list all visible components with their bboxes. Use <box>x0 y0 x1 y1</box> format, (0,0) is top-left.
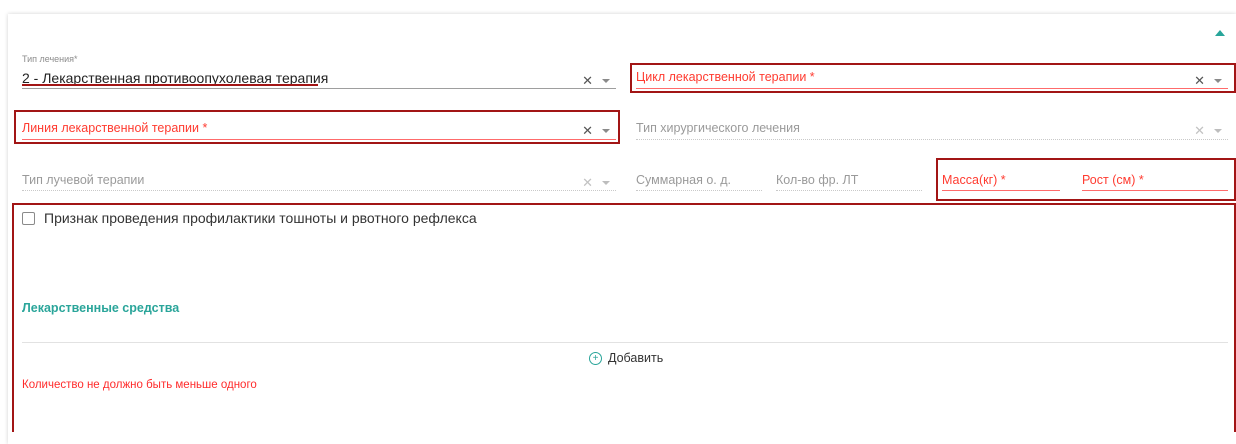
divider <box>22 342 1228 343</box>
treatment-type-label: Тип лечения* <box>22 54 78 64</box>
clear-icon[interactable]: ✕ <box>582 74 593 87</box>
total-dose-input[interactable]: Суммарная о. д. <box>636 168 762 192</box>
medications-error: Количество не должно быть меньше одного <box>22 379 257 391</box>
nausea-prophylaxis-checkbox[interactable] <box>22 212 35 225</box>
fractions-placeholder: Кол-во фр. ЛТ <box>776 173 859 187</box>
chevron-down-icon[interactable] <box>602 180 610 185</box>
clear-icon[interactable]: ✕ <box>582 124 593 137</box>
field-underline <box>636 88 1228 89</box>
surgery-type-placeholder: Тип хирургического лечения <box>636 121 800 135</box>
radiation-type-placeholder: Тип лучевой терапии <box>22 173 145 187</box>
surgery-type-select[interactable]: Тип хирургического лечения ✕ <box>636 116 1228 140</box>
field-underline <box>22 190 616 191</box>
height-input[interactable]: Рост (см) * <box>1082 168 1228 192</box>
height-placeholder: Рост (см) * <box>1082 173 1144 187</box>
weight-placeholder: Масса(кг) * <box>942 173 1006 187</box>
field-underline <box>942 190 1060 191</box>
add-medication-label: Добавить <box>608 351 664 365</box>
highlight-underline <box>22 84 318 86</box>
chevron-down-icon[interactable] <box>1214 128 1222 133</box>
drug-cycle-select[interactable]: Цикл лекарственной терапии * ✕ <box>636 66 1228 90</box>
field-underline <box>1082 190 1228 191</box>
field-underline <box>636 139 1228 140</box>
clear-icon[interactable]: ✕ <box>582 176 593 189</box>
add-medication-button[interactable]: + Добавить <box>589 351 663 365</box>
fractions-input[interactable]: Кол-во фр. ЛТ <box>776 168 922 192</box>
field-underline <box>776 190 922 191</box>
chevron-down-icon[interactable] <box>602 128 610 133</box>
nausea-prophylaxis-label[interactable]: Признак проведения профилактики тошноты … <box>44 210 477 226</box>
weight-input[interactable]: Масса(кг) * <box>942 168 1060 192</box>
field-underline <box>22 139 616 140</box>
chevron-down-icon[interactable] <box>1214 78 1222 83</box>
chevron-up-icon[interactable] <box>1215 30 1225 36</box>
clear-icon[interactable]: ✕ <box>1194 74 1205 87</box>
radiation-type-select[interactable]: Тип лучевой терапии ✕ <box>22 168 616 192</box>
drug-line-placeholder: Линия лекарственной терапии * <box>22 121 208 135</box>
total-dose-placeholder: Суммарная о. д. <box>636 173 731 187</box>
medications-title: Лекарственные средства <box>22 301 180 315</box>
drug-line-select[interactable]: Линия лекарственной терапии * ✕ <box>22 116 616 140</box>
add-circle-icon: + <box>589 351 602 365</box>
chevron-down-icon[interactable] <box>602 78 610 83</box>
field-underline <box>636 190 762 191</box>
field-underline <box>22 88 616 89</box>
clear-icon[interactable]: ✕ <box>1194 124 1205 137</box>
drug-cycle-placeholder: Цикл лекарственной терапии * <box>636 70 815 84</box>
